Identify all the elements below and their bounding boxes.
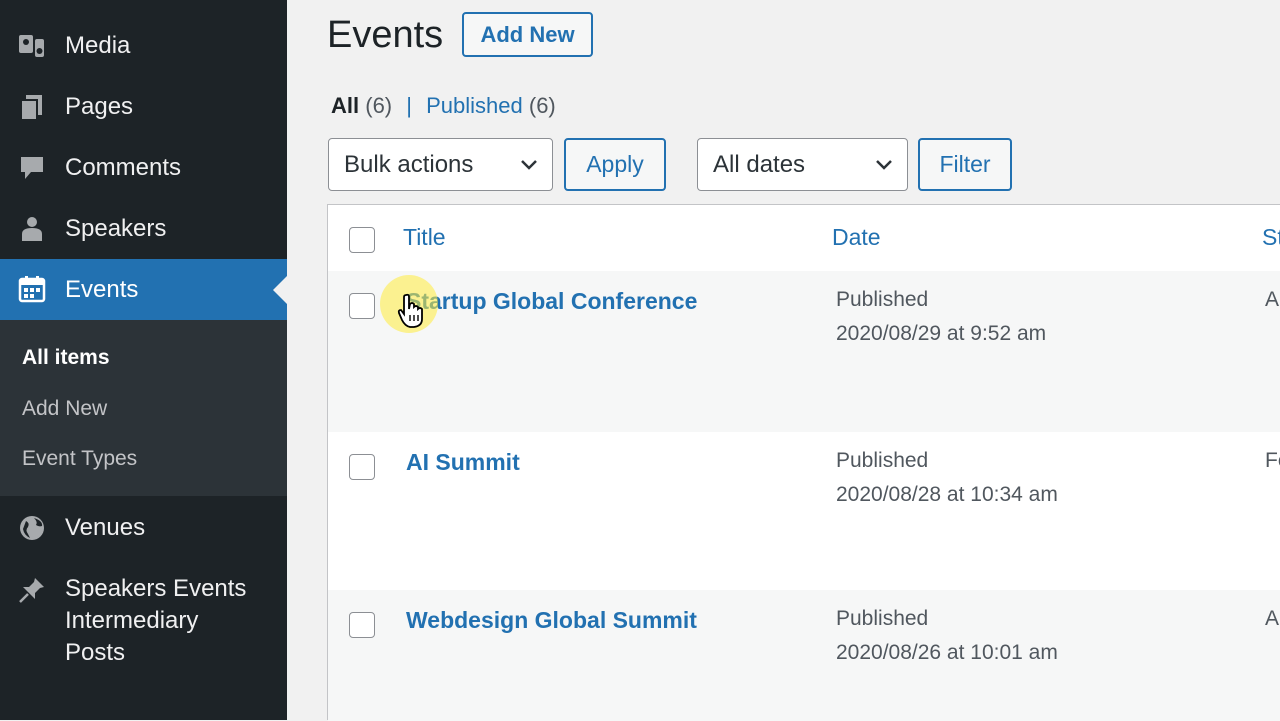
sidebar-item-label: Media <box>65 32 131 59</box>
sidebar-item-media[interactable]: Media <box>0 30 287 62</box>
sidebar-item-events[interactable]: Events <box>0 259 287 320</box>
table-row: AI Summit Published 2020/08/28 at 10:34 … <box>328 432 1280 590</box>
row-truncated-cell: Fe <box>1265 449 1280 472</box>
row-truncated-cell: A <box>1265 607 1280 630</box>
row-status: Published <box>836 288 929 311</box>
label-line: Posts <box>65 639 126 666</box>
row-title-link[interactable]: Webdesign Global Summit <box>406 607 697 634</box>
sidebar-item-venues[interactable]: Venues <box>0 512 287 544</box>
events-submenu: All items Add New Event Types <box>0 320 287 496</box>
column-date[interactable]: Date <box>832 224 881 251</box>
sidebar-item-label: Comments <box>65 154 182 181</box>
row-date: 2020/08/28 at 10:34 am <box>836 483 1058 506</box>
sidebar-item-pages[interactable]: Pages <box>0 91 287 123</box>
row-status: Published <box>836 449 929 472</box>
sidebar-item-label: Pages <box>65 93 134 120</box>
sidebar-item-label: Events <box>65 275 139 303</box>
sidebar-item-comments[interactable]: Comments <box>0 152 287 184</box>
view-published-link[interactable]: Published (6) <box>426 93 556 118</box>
row-checkbox[interactable] <box>349 454 375 480</box>
chevron-down-icon <box>876 160 892 170</box>
row-title-link[interactable]: Startup Global Conference <box>406 288 697 315</box>
row-date: 2020/08/29 at 9:52 am <box>836 322 1047 345</box>
pin-icon <box>17 575 47 605</box>
add-new-button[interactable]: Add New <box>462 12 593 57</box>
sidebar-item-label: Speakers Events Intermediary Posts <box>65 573 246 669</box>
table-header: Title Date St <box>328 205 1280 272</box>
view-all-label: All <box>331 93 360 118</box>
column-title[interactable]: Title <box>403 224 446 251</box>
row-checkbox[interactable] <box>349 293 375 319</box>
page-title: Events <box>327 14 444 56</box>
view-published-count: (6) <box>528 93 556 118</box>
view-all-count: (6) <box>365 93 393 118</box>
dates-select[interactable]: All dates <box>697 138 908 191</box>
events-table: Title Date St Startup Global Conference … <box>327 204 1280 721</box>
row-date: 2020/08/26 at 10:01 am <box>836 641 1058 664</box>
row-checkbox[interactable] <box>349 612 375 638</box>
row-title-link[interactable]: AI Summit <box>406 449 520 476</box>
filter-button[interactable]: Filter <box>918 138 1012 191</box>
table-row: Webdesign Global Summit Published 2020/0… <box>328 590 1280 721</box>
user-icon <box>17 214 47 244</box>
view-published-label: Published <box>426 93 523 118</box>
view-all-link[interactable]: All (6) <box>331 93 392 118</box>
sidebar-item-speakers[interactable]: Speakers <box>0 213 287 245</box>
dates-value: All dates <box>713 150 806 178</box>
view-filters: All (6) | Published (6) <box>331 93 556 119</box>
submenu-event-types[interactable]: Event Types <box>22 447 137 471</box>
active-indicator <box>273 275 287 304</box>
label-line: Intermediary <box>65 607 199 634</box>
table-row: Startup Global Conference Published 2020… <box>328 271 1280 432</box>
select-all-checkbox[interactable] <box>349 227 375 253</box>
label-line: Speakers Events <box>65 575 247 602</box>
column-status[interactable]: St <box>1262 224 1280 251</box>
bulk-actions-select[interactable]: Bulk actions <box>328 138 553 191</box>
submenu-add-new[interactable]: Add New <box>22 397 107 421</box>
chevron-down-icon <box>521 160 537 170</box>
view-separator: | <box>406 93 412 118</box>
calendar-icon <box>17 274 47 304</box>
hand-pointer-icon <box>397 293 423 328</box>
sidebar-item-intermediary-posts[interactable]: Speakers Events Intermediary Posts <box>0 573 287 669</box>
apply-button[interactable]: Apply <box>564 138 666 191</box>
bulk-actions-value: Bulk actions <box>344 150 474 178</box>
pages-icon <box>17 92 47 122</box>
row-status: Published <box>836 607 929 630</box>
sidebar-item-label: Venues <box>65 514 146 541</box>
comments-icon <box>17 153 47 183</box>
sidebar-item-label: Speakers <box>65 215 167 242</box>
submenu-all-items[interactable]: All items <box>22 346 110 370</box>
admin-sidebar: Media Pages Comments Speakers Events All… <box>0 0 287 720</box>
globe-icon <box>17 513 47 543</box>
row-truncated-cell: A <box>1265 288 1280 311</box>
media-icon <box>17 31 47 61</box>
